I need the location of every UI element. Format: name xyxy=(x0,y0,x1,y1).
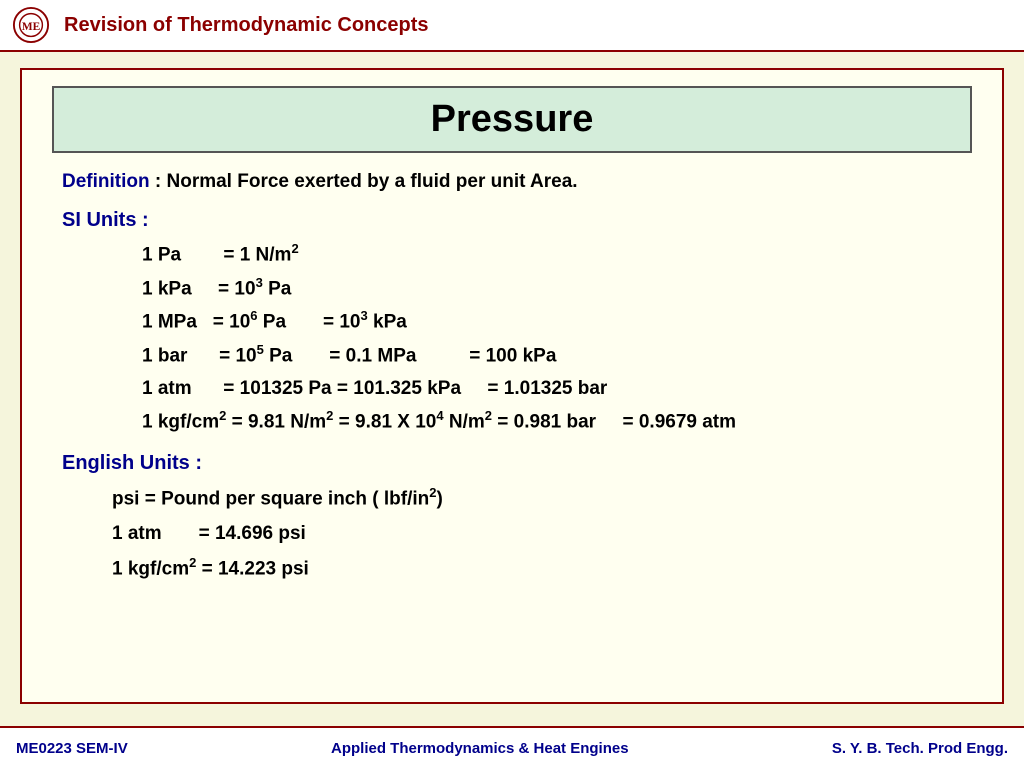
si-units-section: SI Units : 1 Pa = 1 N/m2 1 kPa = 103 Pa … xyxy=(62,209,962,438)
si-row-5: 1 atm = 101325 Pa = 101.325 kPa = 1.0132… xyxy=(62,373,962,405)
header: ME Revision of Thermodynamic Concepts xyxy=(0,0,1024,52)
footer: ME0223 SEM-IV Applied Thermodynamics & H… xyxy=(0,726,1024,768)
english-row-1: psi = Pound per square inch ( lbf/in2) xyxy=(62,481,962,517)
si-row-6: 1 kgf/cm2 = 9.81 N/m2 = 9.81 X 104 N/m2 … xyxy=(62,405,962,439)
si-row-4: 1 bar = 105 Pa = 0.1 MPa = 100 kPa xyxy=(62,339,962,373)
si-row-2: 1 kPa = 103 Pa xyxy=(62,272,962,306)
definition-label: Definition xyxy=(62,171,150,192)
logo-icon: ME xyxy=(12,6,50,44)
definition-line: Definition : Normal Force exerted by a f… xyxy=(62,171,962,193)
english-units-label: English Units : xyxy=(62,452,962,475)
english-units-section: English Units : psi = Pound per square i… xyxy=(62,452,962,586)
definition-text: : Normal Force exerted by a fluid per un… xyxy=(150,171,578,192)
main-content: Pressure Definition : Normal Force exert… xyxy=(20,68,1004,704)
footer-center: Applied Thermodynamics & Heat Engines xyxy=(331,740,629,757)
english-row-2: 1 atm = 14.696 psi xyxy=(62,517,962,551)
content-area: Definition : Normal Force exerted by a f… xyxy=(22,163,1002,595)
footer-left: ME0223 SEM-IV xyxy=(16,740,128,757)
page-title: Pressure xyxy=(431,98,594,140)
header-title: Revision of Thermodynamic Concepts xyxy=(64,14,429,37)
footer-right: S. Y. B. Tech. Prod Engg. xyxy=(832,740,1008,757)
si-row-3: 1 MPa = 106 Pa = 103 kPa xyxy=(62,305,962,339)
si-row-1: 1 Pa = 1 N/m2 xyxy=(62,238,962,272)
english-row-3: 1 kgf/cm2 = 14.223 psi xyxy=(62,551,962,587)
si-units-label: SI Units : xyxy=(62,209,962,232)
title-box: Pressure xyxy=(52,86,972,153)
svg-text:ME: ME xyxy=(22,21,41,33)
